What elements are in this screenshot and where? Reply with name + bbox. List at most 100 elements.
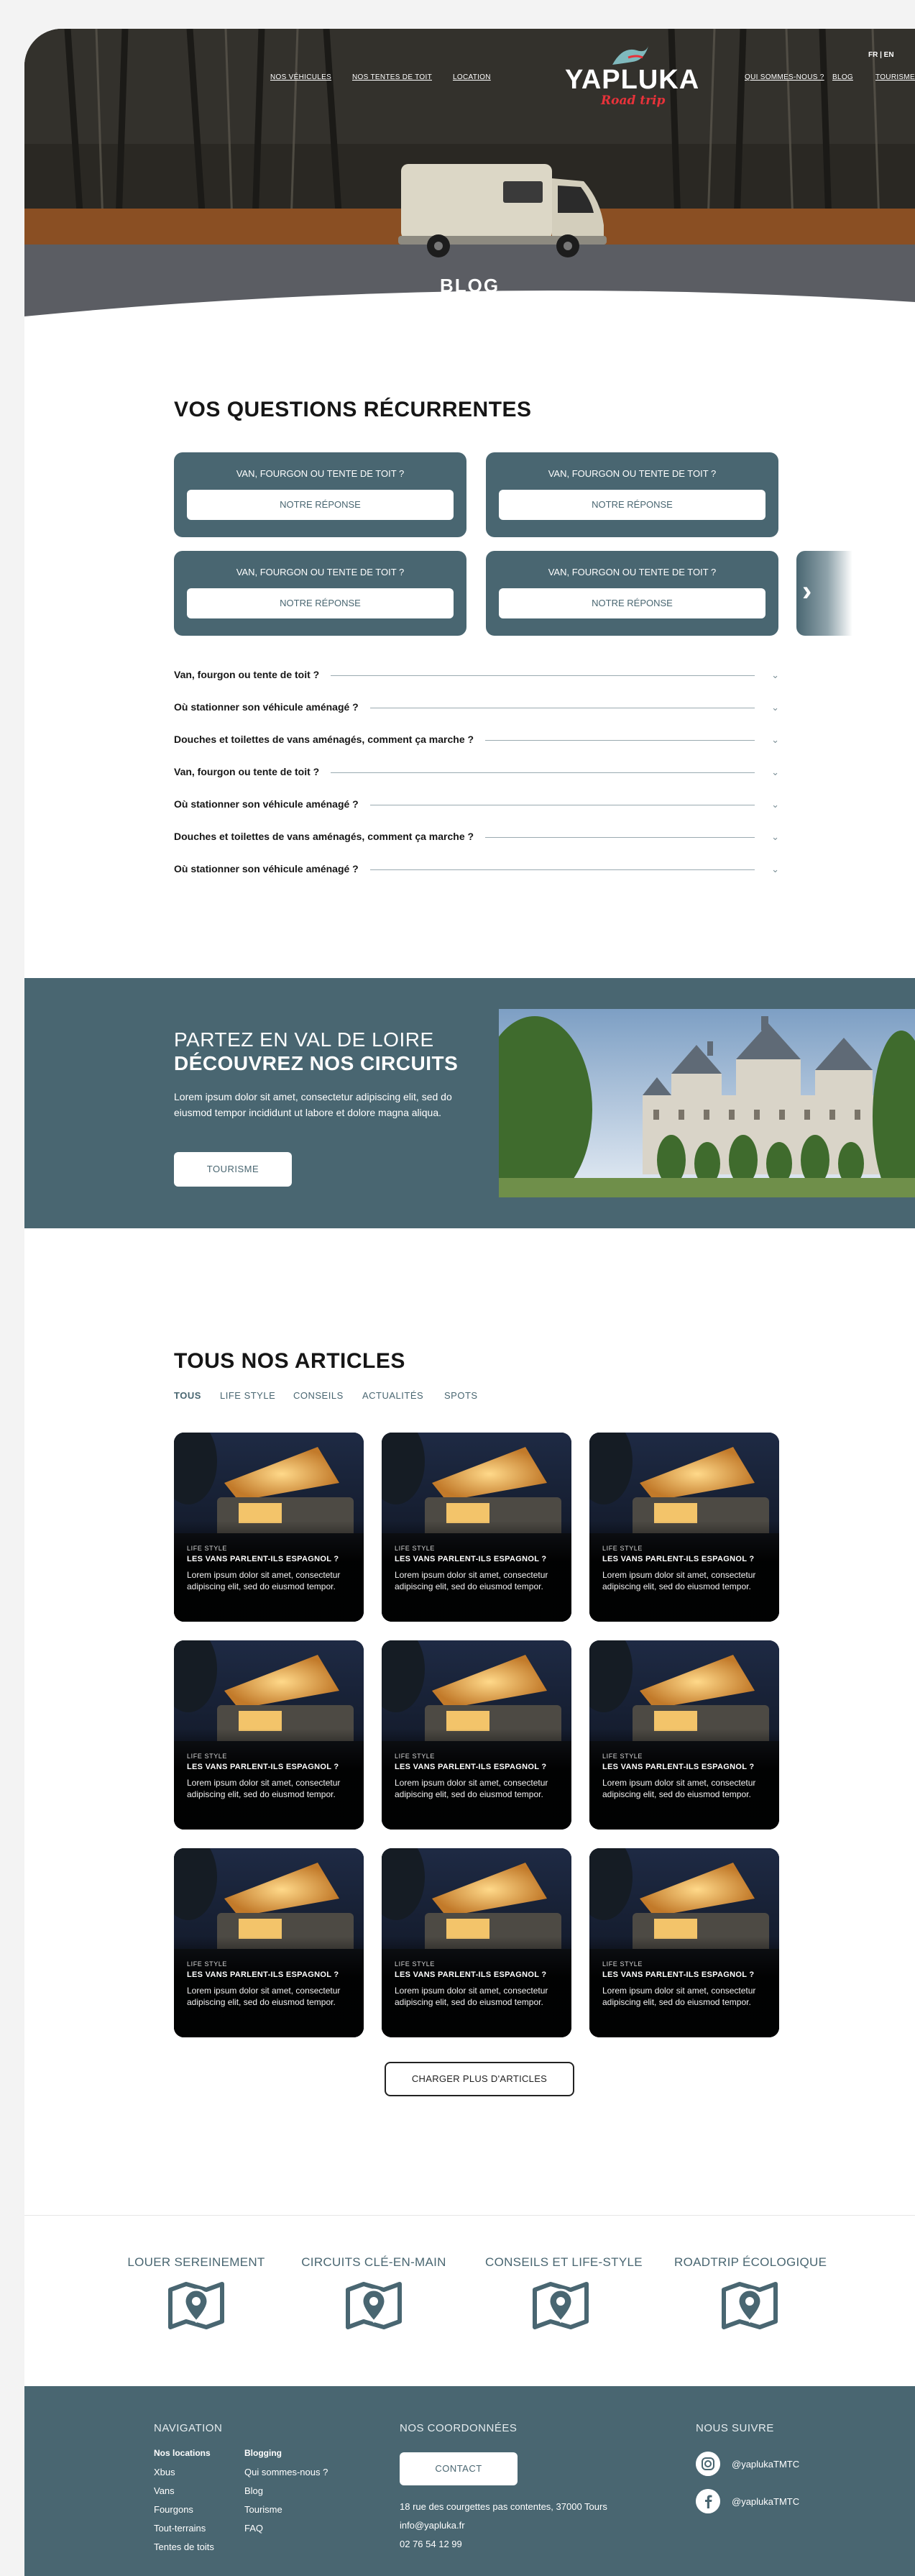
article-category: LIFE STYLE <box>187 1753 228 1760</box>
article-excerpt: Lorem ipsum dolor sit amet, consectetur … <box>602 1986 756 2007</box>
nav-link-vehicules[interactable]: NOS VÉHICULES <box>270 73 331 81</box>
article-card[interactable]: LIFE STYLE LES VANS PARLENT-ILS ESPAGNOL … <box>382 1433 571 1622</box>
chevron-down-icon: ⌄ <box>771 670 779 680</box>
accordion-label: Van, fourgon ou tente de toit ? <box>174 669 331 680</box>
map-pin-icon <box>722 2282 778 2329</box>
accordion-item[interactable]: Van, fourgon ou tente de toit ? ⌄ <box>174 766 779 780</box>
tourism-button[interactable]: TOURISME <box>174 1152 292 1187</box>
footer-link[interactable]: Vans <box>154 2485 175 2496</box>
chevron-down-icon: ⌄ <box>771 799 779 810</box>
faq-answer-button[interactable]: NOTRE RÉPONSE <box>187 490 454 520</box>
accordion-label: Où stationner son véhicule aménagé ? <box>174 701 370 713</box>
footer-col1-title: Nos locations <box>154 2448 211 2458</box>
castle-photo <box>499 1009 915 1197</box>
faq-next-button[interactable]: › <box>796 551 852 636</box>
tab-life-style[interactable]: LIFE STYLE <box>220 1390 275 1401</box>
faq-answer-button[interactable]: NOTRE RÉPONSE <box>499 490 765 520</box>
article-card[interactable]: LIFE STYLE LES VANS PARLENT-ILS ESPAGNOL … <box>589 1640 779 1830</box>
map-pin-icon <box>168 2282 224 2329</box>
feature-label: CIRCUITS CLÉ-EN-MAIN <box>301 2255 446 2269</box>
chevron-right-icon: › <box>802 575 812 607</box>
article-card[interactable]: LIFE STYLE LES VANS PARLENT-ILS ESPAGNOL … <box>174 1640 364 1830</box>
article-category: LIFE STYLE <box>602 1960 643 1968</box>
footer-link[interactable]: Tentes de toits <box>154 2541 214 2552</box>
logo-brand: YAPLUKA <box>565 65 700 95</box>
accordion-item[interactable]: Où stationner son véhicule aménagé ? ⌄ <box>174 701 779 716</box>
article-excerpt: Lorem ipsum dolor sit amet, consectetur … <box>602 1570 756 1591</box>
article-excerpt: Lorem ipsum dolor sit amet, consectetur … <box>395 1570 548 1591</box>
article-title: LES VANS PARLENT-ILS ESPAGNOL ? <box>187 1555 339 1563</box>
logo[interactable]: YAPLUKA Road trip <box>565 43 700 108</box>
accordion-label: Où stationner son véhicule aménagé ? <box>174 863 370 874</box>
footer-col2-title: Blogging <box>244 2448 282 2458</box>
footer-link[interactable]: Tout-terrains <box>154 2523 206 2534</box>
tab-spots[interactable]: SPOTS <box>444 1390 478 1401</box>
article-card[interactable]: LIFE STYLE LES VANS PARLENT-ILS ESPAGNOL … <box>382 1848 571 2037</box>
chevron-down-icon: ⌄ <box>771 767 779 777</box>
article-category: LIFE STYLE <box>395 1753 436 1760</box>
accordion-item[interactable]: Van, fourgon ou tente de toit ? ⌄ <box>174 669 779 683</box>
footer-phone[interactable]: 02 76 54 12 99 <box>400 2539 462 2549</box>
footer-link[interactable]: Qui sommes-nous ? <box>244 2467 328 2477</box>
feature-item: CONSEILS ET LIFE-STYLE <box>485 2255 643 2334</box>
footer-link[interactable]: Fourgons <box>154 2504 193 2515</box>
facebook-handle: @yaplukaTMTC <box>732 2496 800 2507</box>
article-card[interactable]: LIFE STYLE LES VANS PARLENT-ILS ESPAGNOL … <box>174 1848 364 2037</box>
article-category: LIFE STYLE <box>187 1960 228 1968</box>
article-category: LIFE STYLE <box>602 1545 643 1552</box>
accordion-item[interactable]: Où stationner son véhicule aménagé ? ⌄ <box>174 798 779 813</box>
article-title: LES VANS PARLENT-ILS ESPAGNOL ? <box>395 1970 547 1979</box>
article-excerpt: Lorem ipsum dolor sit amet, consectetur … <box>602 1778 756 1799</box>
article-card[interactable]: LIFE STYLE LES VANS PARLENT-ILS ESPAGNOL … <box>382 1640 571 1830</box>
accordion-label: Van, fourgon ou tente de toit ? <box>174 766 331 777</box>
faq-answer-button[interactable]: NOTRE RÉPONSE <box>187 588 454 618</box>
footer-link[interactable]: FAQ <box>244 2523 263 2534</box>
accordion-label: Où stationner son véhicule aménagé ? <box>174 798 370 810</box>
article-excerpt: Lorem ipsum dolor sit amet, consectetur … <box>187 1570 341 1591</box>
chevron-down-icon: ⌄ <box>771 702 779 713</box>
accordion-item[interactable]: Douches et toilettes de vans aménagés, c… <box>174 831 779 845</box>
article-category: LIFE STYLE <box>395 1960 436 1968</box>
faq-card-question: VAN, FOURGON OU TENTE DE TOIT ? <box>548 468 717 479</box>
nav-link-qui-sommes-nous[interactable]: QUI SOMMES-NOUS ? <box>745 73 824 81</box>
facebook-icon <box>696 2489 720 2513</box>
nav-link-blog[interactable]: BLOG <box>832 73 853 81</box>
load-more-button[interactable]: CHARGER PLUS D'ARTICLES <box>385 2062 574 2096</box>
nav-link-tourisme[interactable]: TOURISME <box>875 73 915 81</box>
faq-card: VAN, FOURGON OU TENTE DE TOIT ? NOTRE RÉ… <box>486 452 778 537</box>
footer-link[interactable]: Blog <box>244 2485 263 2496</box>
footer-link[interactable]: Tourisme <box>244 2504 282 2515</box>
article-title: LES VANS PARLENT-ILS ESPAGNOL ? <box>187 1970 339 1979</box>
chevron-down-icon: ⌄ <box>771 831 779 842</box>
article-excerpt: Lorem ipsum dolor sit amet, consectetur … <box>187 1986 341 2007</box>
nav-link-location[interactable]: LOCATION <box>453 73 491 81</box>
article-excerpt: Lorem ipsum dolor sit amet, consectetur … <box>395 1778 548 1799</box>
footer-email[interactable]: info@yapluka.fr <box>400 2520 465 2531</box>
feature-item: ROADTRIP ÉCOLOGIQUE <box>674 2255 827 2334</box>
tab-tous[interactable]: TOUS <box>174 1390 201 1401</box>
feature-item: CIRCUITS CLÉ-EN-MAIN <box>298 2255 449 2334</box>
faq-card-question: VAN, FOURGON OU TENTE DE TOIT ? <box>236 567 405 577</box>
promo-headline: DÉCOUVREZ NOS CIRCUITS <box>174 1052 459 1074</box>
accordion-item[interactable]: Douches et toilettes de vans aménagés, c… <box>174 734 779 748</box>
instagram-icon <box>696 2452 720 2476</box>
contact-button[interactable]: CONTACT <box>400 2452 518 2485</box>
logo-tagline: Road trip <box>601 93 666 108</box>
accordion-item[interactable]: Où stationner son véhicule aménagé ? ⌄ <box>174 863 779 877</box>
page: BLOG NOS VÉHICULES NOS TENTES DE TOIT LO… <box>24 29 915 2576</box>
language-switcher[interactable]: FR | EN <box>868 51 915 59</box>
article-card[interactable]: LIFE STYLE LES VANS PARLENT-ILS ESPAGNOL … <box>589 1848 779 2037</box>
nav-link-tentes[interactable]: NOS TENTES DE TOIT <box>352 73 432 81</box>
tab-conseils[interactable]: CONSEILS <box>293 1390 344 1401</box>
article-card[interactable]: LIFE STYLE LES VANS PARLENT-ILS ESPAGNOL … <box>589 1433 779 1622</box>
tab-actualites[interactable]: ACTUALITÉS <box>362 1390 423 1401</box>
footer-social-heading: NOUS SUIVRE <box>696 2422 774 2434</box>
article-card[interactable]: LIFE STYLE LES VANS PARLENT-ILS ESPAGNOL … <box>174 1433 364 1622</box>
footer-link[interactable]: Xbus <box>154 2467 175 2477</box>
faq-card: VAN, FOURGON OU TENTE DE TOIT ? NOTRE RÉ… <box>486 551 778 636</box>
feature-label: ROADTRIP ÉCOLOGIQUE <box>674 2255 827 2269</box>
footer-contact-heading: NOS COORDONNÉES <box>400 2422 518 2434</box>
article-excerpt: Lorem ipsum dolor sit amet, consectetur … <box>395 1986 548 2007</box>
faq-answer-button[interactable]: NOTRE RÉPONSE <box>499 588 765 618</box>
hero-banner: BLOG NOS VÉHICULES NOS TENTES DE TOIT LO… <box>24 29 915 331</box>
